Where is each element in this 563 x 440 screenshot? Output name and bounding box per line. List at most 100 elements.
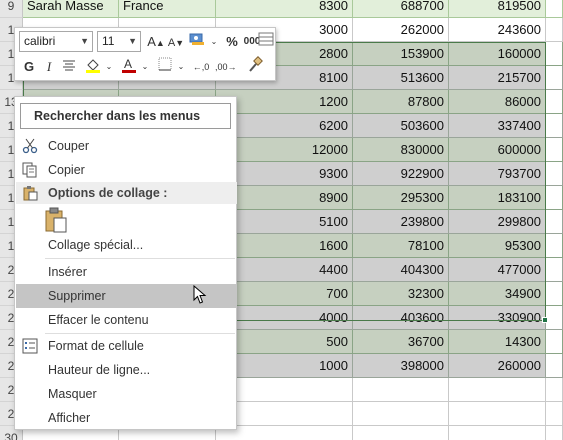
table-cell[interactable] — [546, 210, 563, 234]
menu-search-input[interactable]: Rechercher dans les menus — [20, 103, 231, 129]
table-cell[interactable] — [546, 426, 563, 440]
table-cell[interactable] — [546, 402, 563, 426]
table-cell[interactable]: 36700 — [353, 330, 449, 354]
table-cell[interactable] — [546, 186, 563, 210]
table-cell[interactable] — [546, 258, 563, 282]
increase-font-size-button[interactable]: A▲ — [146, 31, 166, 53]
table-cell[interactable]: 78100 — [353, 234, 449, 258]
borders-button[interactable] — [155, 56, 175, 78]
table-cell[interactable] — [546, 378, 563, 402]
table-cell[interactable]: 295300 — [353, 186, 449, 210]
paint-bucket-icon — [86, 59, 100, 73]
table-cell[interactable] — [546, 18, 563, 42]
table-cell[interactable]: 14300 — [449, 330, 546, 354]
fill-handle[interactable] — [542, 317, 548, 323]
table-cell[interactable]: 793700 — [449, 162, 546, 186]
decrease-decimal-button[interactable]: ,00→ — [215, 56, 237, 78]
table-cell[interactable]: France — [119, 0, 216, 18]
paste-options-header: Options de collage : — [16, 182, 237, 204]
table-cell[interactable]: 183100 — [449, 186, 546, 210]
table-cell[interactable]: 830000 — [353, 138, 449, 162]
menu-item-copy[interactable]: Copier — [16, 158, 237, 182]
table-cell[interactable]: 32300 — [353, 282, 449, 306]
chevron-down-icon[interactable]: ⌄ — [208, 31, 220, 53]
format-painter-button[interactable] — [245, 56, 265, 78]
table-cell[interactable] — [546, 162, 563, 186]
table-cell[interactable] — [449, 378, 546, 402]
table-cell[interactable] — [353, 426, 449, 440]
table-cell[interactable]: 403600 — [353, 306, 449, 330]
font-size-dropdown[interactable]: 11 ▼ — [97, 31, 141, 52]
format-painter-table-button[interactable] — [256, 31, 276, 53]
table-cell[interactable]: 239800 — [353, 210, 449, 234]
table-cell[interactable] — [449, 426, 546, 440]
italic-button[interactable]: I — [39, 56, 59, 78]
table-cell[interactable]: 160000 — [449, 42, 546, 66]
table-cell[interactable] — [546, 114, 563, 138]
table-cell[interactable]: 404300 — [353, 258, 449, 282]
table-cell[interactable]: 8300 — [216, 0, 353, 18]
table-cell[interactable] — [546, 0, 563, 18]
chevron-down-icon[interactable]: ⌄ — [103, 56, 115, 78]
table-cell[interactable]: 600000 — [449, 138, 546, 162]
table-cell[interactable]: 262000 — [353, 18, 449, 42]
table-cell[interactable] — [546, 234, 563, 258]
fill-color-button[interactable] — [83, 56, 103, 78]
font-color-button[interactable]: A — [119, 56, 139, 78]
paste-button[interactable] — [43, 206, 71, 234]
table-cell[interactable]: 34900 — [449, 282, 546, 306]
table-cell[interactable]: Sarah Masse — [23, 0, 119, 18]
table-cell[interactable]: 337400 — [449, 114, 546, 138]
table-cell[interactable] — [353, 378, 449, 402]
menu-item-hide[interactable]: Masquer — [16, 382, 237, 406]
font-name-dropdown[interactable]: calibri ▼ — [19, 31, 93, 52]
menu-item-unhide[interactable]: Afficher — [16, 406, 237, 430]
align-center-button[interactable] — [59, 56, 79, 78]
table-cell[interactable] — [546, 138, 563, 162]
menu-item-paste-special[interactable]: Collage spécial... — [16, 233, 237, 257]
table-cell[interactable]: 477000 — [449, 258, 546, 282]
menu-item-label: Effacer le contenu — [48, 313, 149, 327]
table-cell[interactable]: 86000 — [449, 90, 546, 114]
table-cell[interactable]: 95300 — [449, 234, 546, 258]
percent-icon: % — [226, 34, 238, 49]
increase-decimal-button[interactable]: ←,0 — [191, 56, 211, 78]
table-cell[interactable] — [353, 402, 449, 426]
table-cell[interactable]: 688700 — [353, 0, 449, 18]
table-cell[interactable]: 260000 — [449, 354, 546, 378]
menu-item-clear-content[interactable]: Effacer le contenu — [16, 308, 237, 332]
chevron-down-icon[interactable]: ⌄ — [175, 56, 187, 78]
table-cell[interactable]: 513600 — [353, 66, 449, 90]
font-name-value: calibri — [24, 34, 56, 48]
table-cell[interactable]: 819500 — [449, 0, 546, 18]
percent-style-button[interactable]: % — [222, 31, 242, 53]
menu-item-format-cells[interactable]: Format de cellule — [16, 334, 237, 358]
table-cell[interactable] — [546, 282, 563, 306]
number-format-button[interactable] — [186, 31, 208, 53]
table-cell[interactable]: 299800 — [449, 210, 546, 234]
table-cell[interactable] — [546, 90, 563, 114]
row-header[interactable]: 9 — [0, 0, 23, 18]
table-cell[interactable] — [546, 66, 563, 90]
menu-item-row-height[interactable]: Hauteur de ligne... — [16, 358, 237, 382]
menu-item-insert[interactable]: Insérer — [16, 260, 237, 284]
table-cell[interactable] — [546, 42, 563, 66]
menu-item-label: Insérer — [48, 265, 87, 279]
decrease-font-size-button[interactable]: A▼ — [166, 31, 186, 53]
table-cell[interactable] — [449, 402, 546, 426]
table-cell[interactable] — [546, 330, 563, 354]
currency-format-icon — [189, 33, 204, 45]
table-cell[interactable]: 153900 — [353, 42, 449, 66]
bold-button[interactable]: G — [19, 56, 39, 78]
table-cell[interactable]: 215700 — [449, 66, 546, 90]
table-cell[interactable]: 922900 — [353, 162, 449, 186]
menu-item-cut[interactable]: Couper — [16, 134, 237, 158]
table-cell[interactable] — [546, 354, 563, 378]
chevron-down-icon[interactable]: ⌄ — [139, 56, 151, 78]
table-cell[interactable]: 87800 — [353, 90, 449, 114]
table-cell[interactable]: 503600 — [353, 114, 449, 138]
table-cell[interactable] — [546, 306, 563, 330]
table-cell[interactable]: 398000 — [353, 354, 449, 378]
table-cell[interactable]: 330900 — [449, 306, 546, 330]
table-cell[interactable]: 243600 — [449, 18, 546, 42]
